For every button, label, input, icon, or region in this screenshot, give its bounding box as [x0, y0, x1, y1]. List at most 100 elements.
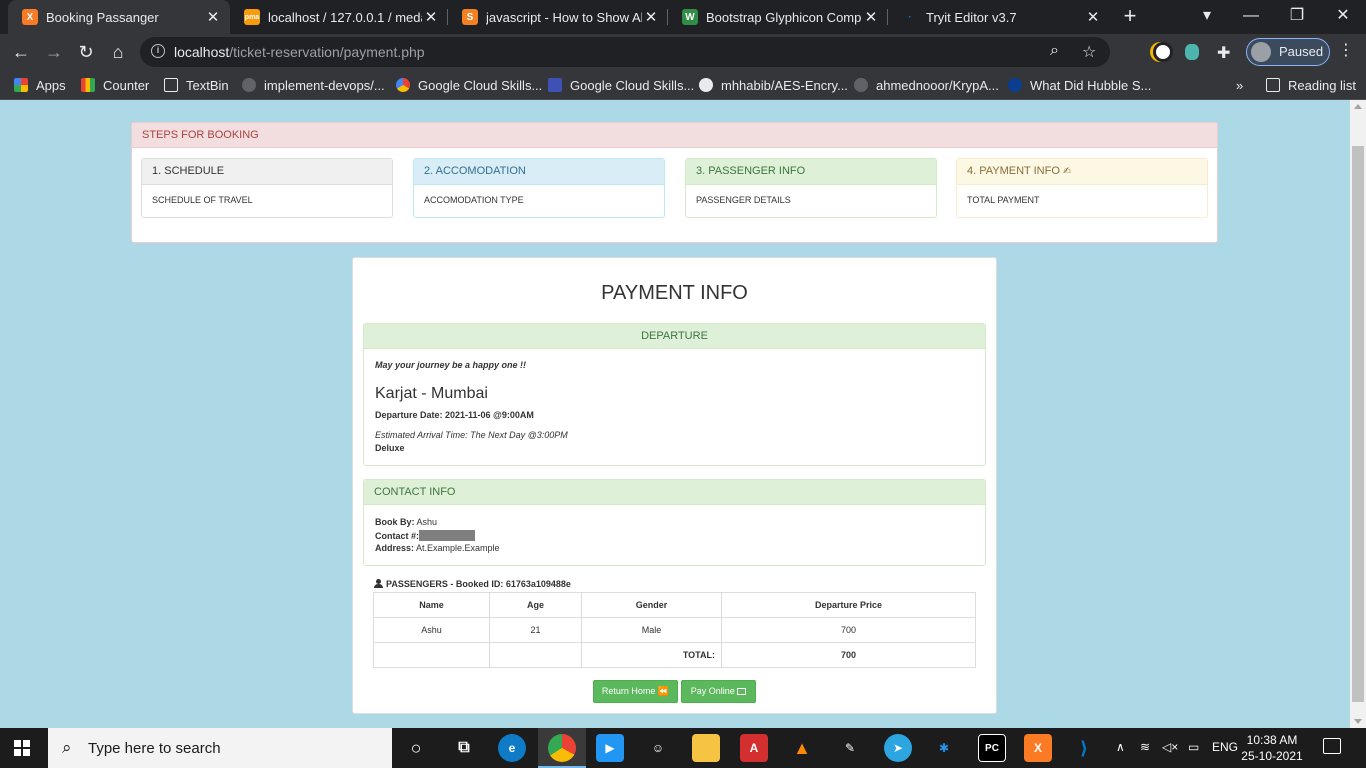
w3schools-icon: W	[682, 9, 698, 25]
bookmark-hubble[interactable]: What Did Hubble S...	[1008, 76, 1151, 94]
paint-icon[interactable]: ✎	[836, 734, 864, 762]
passengers-heading: PASSENGERS - Booked ID: 61763a109488e	[374, 579, 571, 589]
grammar-extension-icon[interactable]	[1185, 44, 1199, 60]
bookmark-label: ahmednooor/KrypA...	[876, 77, 999, 93]
telegram-icon[interactable]: ➤	[884, 734, 912, 762]
extensions-puzzle-icon[interactable]: ✚	[1217, 43, 1230, 63]
address-label: Address:	[375, 543, 415, 553]
bookmark-implement-devops[interactable]: implement-devops/...	[242, 76, 385, 94]
close-icon[interactable]: ✕	[862, 8, 880, 26]
bookmarks-overflow-button[interactable]: »	[1236, 76, 1243, 94]
user-icon	[374, 579, 383, 588]
pdf-reader-icon[interactable]: A	[740, 734, 768, 762]
vlc-icon[interactable]: ▲	[788, 734, 816, 762]
bookmark-aes-encry[interactable]: mhhabib/AES-Encry...	[699, 76, 848, 94]
pay-online-button[interactable]: Pay Online	[681, 680, 756, 703]
volume-icon[interactable]: ◁×	[1162, 740, 1178, 754]
clock-date: 25-10-2021	[1241, 749, 1303, 763]
col-name: Name	[373, 592, 490, 618]
bookmark-textbin[interactable]: TextBin	[164, 76, 229, 94]
payment-card: PAYMENT INFO DEPARTURE May your journey …	[352, 257, 997, 714]
tab-search-icon[interactable]: ▾	[1184, 0, 1230, 34]
bookmark-star-icon[interactable]: ☆	[1082, 42, 1096, 62]
cell-empty	[373, 642, 490, 668]
cortana-icon[interactable]: ○	[402, 734, 430, 762]
return-home-button[interactable]: Return Home ⏪	[593, 680, 678, 703]
media-player-icon[interactable]: ▶	[596, 734, 624, 762]
tab-phpmyadmin[interactable]: pma localhost / 127.0.0.1 / medalli ✕	[230, 0, 448, 34]
site-info-icon[interactable]: i	[151, 44, 165, 58]
profile-button[interactable]: Paused	[1246, 38, 1330, 66]
close-icon[interactable]: ✕	[422, 8, 440, 26]
textbin-icon	[164, 78, 178, 92]
bookmark-google-cloud-2[interactable]: Google Cloud Skills...	[548, 76, 694, 94]
edge-icon[interactable]: e	[498, 734, 526, 762]
show-hidden-icons[interactable]: ∧	[1116, 740, 1125, 754]
address-bar[interactable]: i localhost/ticket-reservation/payment.p…	[140, 37, 1110, 67]
step-body: TOTAL PAYMENT	[967, 195, 1040, 205]
url-text[interactable]: localhost/ticket-reservation/payment.php	[174, 44, 425, 60]
scroll-thumb[interactable]	[1352, 146, 1364, 702]
chrome-menu-icon[interactable]: ⋮	[1338, 40, 1354, 60]
accomodation-class: Deluxe	[375, 443, 405, 453]
task-view-icon[interactable]: ⧉	[450, 734, 478, 762]
nasa-icon	[1008, 78, 1022, 92]
bookmark-label: TextBin	[186, 77, 229, 93]
bookmark-label: Google Cloud Skills...	[418, 77, 543, 93]
taskbar-search-box[interactable]: ⌕ Type here to search	[48, 728, 392, 768]
url-host: localhost	[174, 44, 230, 60]
book-by-value: Ashu	[416, 517, 438, 527]
col-gender: Gender	[581, 592, 722, 618]
bookmark-google-cloud-1[interactable]: Google Cloud Skills...	[396, 76, 542, 94]
github-icon	[242, 78, 256, 92]
scroll-up-icon[interactable]	[1354, 104, 1362, 109]
page-viewport: STEPS FOR BOOKING 1. SCHEDULE SCHEDULE O…	[0, 100, 1350, 728]
bookmark-krypa[interactable]: ahmednooor/KrypA...	[854, 76, 999, 94]
tab-strip: X Booking Passanger ✕ pma localhost / 12…	[0, 0, 1366, 34]
system-clock[interactable]: 10:38 AM 25-10-2021	[1240, 732, 1304, 764]
restore-icon[interactable]: ❐	[1274, 0, 1320, 34]
address-value: At.Example.Example	[416, 543, 500, 553]
home-icon[interactable]: ⌂	[105, 39, 131, 65]
tab-title: Bootstrap Glyphicon Compon	[706, 9, 862, 25]
minimize-icon[interactable]: —	[1228, 0, 1274, 34]
page-title: PAYMENT INFO	[601, 282, 748, 304]
close-window-icon[interactable]: ✕	[1320, 0, 1366, 34]
reading-list-button[interactable]: Reading list	[1266, 76, 1356, 94]
tab-booking-passanger[interactable]: X Booking Passanger ✕	[8, 0, 230, 34]
close-icon[interactable]: ✕	[204, 8, 222, 26]
password-extension-icon[interactable]	[1153, 42, 1173, 62]
close-icon[interactable]: ✕	[642, 8, 660, 26]
back-arrow-icon[interactable]: ←	[8, 39, 34, 65]
chrome-icon[interactable]	[548, 734, 576, 762]
tab-tryit-editor[interactable]: · Tryit Editor v3.7 ✕	[888, 0, 1110, 34]
reload-icon[interactable]: ↻	[73, 39, 99, 65]
new-tab-button[interactable]: +	[1118, 4, 1142, 28]
tab-bootstrap-glyphicon[interactable]: W Bootstrap Glyphicon Compon ✕	[668, 0, 888, 34]
close-icon[interactable]: ✕	[1084, 8, 1102, 26]
page-scrollbar[interactable]	[1350, 100, 1366, 728]
bookmark-counter[interactable]: Counter	[81, 76, 149, 94]
bookmark-apps[interactable]: Apps	[14, 76, 66, 94]
forward-arrow-icon[interactable]: →	[41, 39, 67, 65]
bandit-icon[interactable]: ☺	[644, 734, 672, 762]
vscode-icon[interactable]: ⟩	[1070, 734, 1098, 762]
notification-center-icon[interactable]	[1323, 738, 1341, 754]
passenger-table: Name Age Gender Departure Price Ashu 21 …	[373, 592, 976, 668]
step-title: 3. PASSENGER INFO	[686, 159, 936, 185]
wifi-icon[interactable]: ≋	[1140, 740, 1150, 754]
xampp-icon[interactable]: X	[1024, 734, 1052, 762]
bluetooth-icon[interactable]: ✱	[930, 734, 958, 762]
route-title: Karjat - Mumbai	[375, 385, 488, 402]
pycharm-icon[interactable]: PC	[978, 734, 1006, 762]
windows-start-icon[interactable]	[14, 740, 30, 756]
passengers-heading-text: PASSENGERS - Booked ID: 61763a109488e	[386, 579, 571, 589]
scroll-down-icon[interactable]	[1354, 719, 1362, 724]
step-body: PASSENGER DETAILS	[696, 195, 791, 205]
battery-icon[interactable]: ▭	[1188, 740, 1199, 754]
zoom-icon[interactable]: ⌕	[1050, 42, 1059, 60]
step-schedule: 1. SCHEDULE SCHEDULE OF TRAVEL	[141, 158, 393, 218]
language-indicator[interactable]: ENG	[1212, 740, 1238, 754]
file-explorer-icon[interactable]	[692, 734, 720, 762]
tab-stackoverflow[interactable]: S javascript - How to Show Aler ✕	[448, 0, 668, 34]
